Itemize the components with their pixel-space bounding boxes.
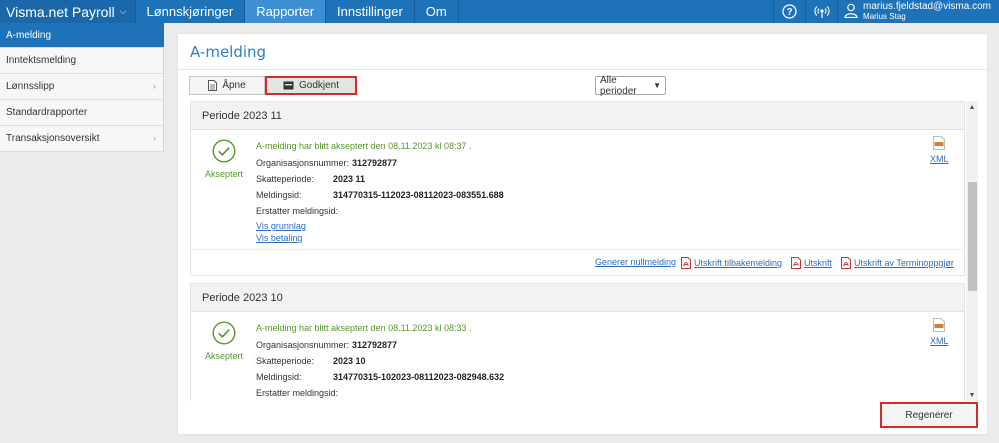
org-label: Organisasjonsnummer: <box>256 340 350 350</box>
inbox-icon <box>283 81 294 90</box>
periods-list[interactable]: Periode 2023 11 Akseptert A-melding har … <box>190 101 978 401</box>
scroll-down-icon[interactable]: ▼ <box>966 389 978 401</box>
pdf-icon <box>841 257 851 269</box>
scroll-up-icon[interactable]: ▲ <box>966 101 978 113</box>
period-actions: Generer nullmelding Utskrift tilbakemeld… <box>191 249 964 275</box>
tab-godkjent-label: Godkjent <box>298 80 340 91</box>
generer-nullmelding-label: Generer nullmelding <box>595 257 677 267</box>
nav-lonnskjoringer[interactable]: Lønnskjøringer <box>136 0 246 23</box>
app-brand-menu[interactable]: Visma.net Payroll ⌵ <box>0 0 136 23</box>
vis-grunnlag-link[interactable]: Vis grunnlag <box>256 221 306 231</box>
period-card: Periode 2023 11 Akseptert A-melding har … <box>190 101 965 276</box>
utskrift-link[interactable]: Utskrift <box>791 257 832 269</box>
period-filter-value: Alle perioder <box>600 74 637 97</box>
top-bar: Visma.net Payroll ⌵ Lønnskjøringer Rappo… <box>0 0 999 23</box>
broadcast-icon[interactable] <box>805 0 837 23</box>
sidebar-item-a-melding[interactable]: A-melding <box>0 23 164 48</box>
xml-file-icon <box>933 318 945 335</box>
status-label: Akseptert <box>204 351 244 361</box>
scrollbar[interactable]: ▲ ▼ <box>966 101 978 401</box>
divider <box>178 69 987 70</box>
chevron-down-icon: ▼ <box>653 81 661 90</box>
xml-file-icon <box>933 136 945 153</box>
chevron-down-icon: ⌵ <box>119 6 127 16</box>
xml-link[interactable]: XML <box>930 154 949 164</box>
user-name: Marius Stag <box>863 11 906 21</box>
utskrift-tilbakemelding-link[interactable]: Utskrift tilbakemelding <box>681 257 782 269</box>
chevron-right-icon: › <box>153 81 156 91</box>
tab-godkjent[interactable]: Godkjent <box>265 76 357 95</box>
check-circle-icon <box>212 139 236 166</box>
user-icon <box>844 3 858 21</box>
nav-om[interactable]: Om <box>415 0 459 23</box>
generer-nullmelding-link[interactable]: Generer nullmelding <box>595 257 676 267</box>
svg-text:?: ? <box>786 7 792 18</box>
utskrift-label: Utskrift <box>804 258 832 268</box>
meldingsid-label: Meldingsid: <box>256 190 302 200</box>
tab-apne[interactable]: Åpne <box>189 76 265 95</box>
sidebar-item-standardrapporter[interactable]: Standardrapporter <box>0 100 164 126</box>
status-block: Akseptert <box>203 321 245 361</box>
sidebar-item-transaksjonsoversikt[interactable]: Transaksjonsoversikt › <box>0 126 164 152</box>
erstatter-label: Erstatter meldingsid: <box>256 388 339 398</box>
accepted-message: A-melding har blitt akseptert den 08.11.… <box>256 141 472 151</box>
sidebar-item-label: Standardrapporter <box>6 107 88 118</box>
help-icon[interactable]: ? <box>773 0 805 23</box>
skatteperiode-label: Skatteperiode: <box>256 174 315 184</box>
xml-download[interactable]: XML <box>930 136 949 164</box>
period-header: Periode 2023 10 <box>191 284 964 312</box>
utskrift-terminoppgjor-link[interactable]: Utskrift av Terminoppgjør <box>841 257 954 269</box>
period-card: Periode 2023 10 Akseptert A-melding har … <box>190 283 965 401</box>
sidebar-item-lonnsslipp[interactable]: Lønnsslipp › <box>0 74 164 100</box>
sidebar-item-label: Inntektsmelding <box>6 55 77 66</box>
status-tabs: Åpne Godkjent <box>189 76 357 95</box>
sidebar: A-melding Inntektsmelding Lønnsslipp › St… <box>0 23 164 443</box>
scrollbar-thumb[interactable] <box>968 182 977 291</box>
sidebar-item-label: Lønnsslipp <box>6 81 55 92</box>
xml-download[interactable]: XML <box>930 318 949 346</box>
nav-innstillinger[interactable]: Innstillinger <box>326 0 415 23</box>
document-icon <box>208 80 218 91</box>
tab-apne-label: Åpne <box>222 80 246 91</box>
skatteperiode-label: Skatteperiode: <box>256 356 315 366</box>
org-value: 312792877 <box>352 340 398 350</box>
chevron-right-icon: › <box>153 133 156 143</box>
sidebar-item-inntektsmelding[interactable]: Inntektsmelding <box>0 48 164 74</box>
meldingsid-value: 314770315-112023-08112023-083551.688 <box>333 190 504 200</box>
org-label: Organisasjonsnummer: <box>256 158 350 168</box>
check-circle-icon <box>212 321 236 348</box>
period-header: Periode 2023 11 <box>191 102 964 130</box>
nav-rapporter[interactable]: Rapporter <box>245 0 327 23</box>
user-menu[interactable]: marius.fjeldstad@visma.com Marius Stag <box>837 0 999 23</box>
meldingsid-value: 314770315-102023-08112023-082948.632 <box>333 372 505 382</box>
accepted-message: A-melding har blitt akseptert den 08.11.… <box>256 323 472 333</box>
skatteperiode-value: 2023 10 <box>333 356 366 366</box>
pdf-icon <box>791 257 801 269</box>
erstatter-label: Erstatter meldingsid: <box>256 206 339 216</box>
sidebar-item-label: A-melding <box>6 29 52 41</box>
status-label: Akseptert <box>204 169 244 179</box>
skatteperiode-value: 2023 11 <box>333 174 366 184</box>
app-brand: Visma.net Payroll <box>6 3 115 20</box>
xml-link[interactable]: XML <box>930 336 949 346</box>
meldingsid-label: Meldingsid: <box>256 372 302 382</box>
vis-betaling-link[interactable]: Vis betaling <box>256 233 302 243</box>
period-filter-select[interactable]: Alle perioder ▼ <box>595 74 666 97</box>
utskrift-terminoppgjor-label: Utskrift av Terminoppgjør <box>854 258 954 268</box>
user-email: marius.fjeldstad@visma.com <box>863 0 991 12</box>
sidebar-item-label: Transaksjonsoversikt <box>6 133 100 144</box>
main-panel: A-melding Åpne Godkjent Alle perioder ▼ … <box>177 33 988 435</box>
page-title: A-melding <box>190 43 267 61</box>
status-block: Akseptert <box>203 139 245 179</box>
pdf-icon <box>681 257 691 269</box>
utskrift-tilbakemelding-label: Utskrift tilbakemelding <box>694 258 783 268</box>
org-value: 312792877 <box>352 158 398 168</box>
regenerer-button[interactable]: Regenerer <box>880 402 978 428</box>
